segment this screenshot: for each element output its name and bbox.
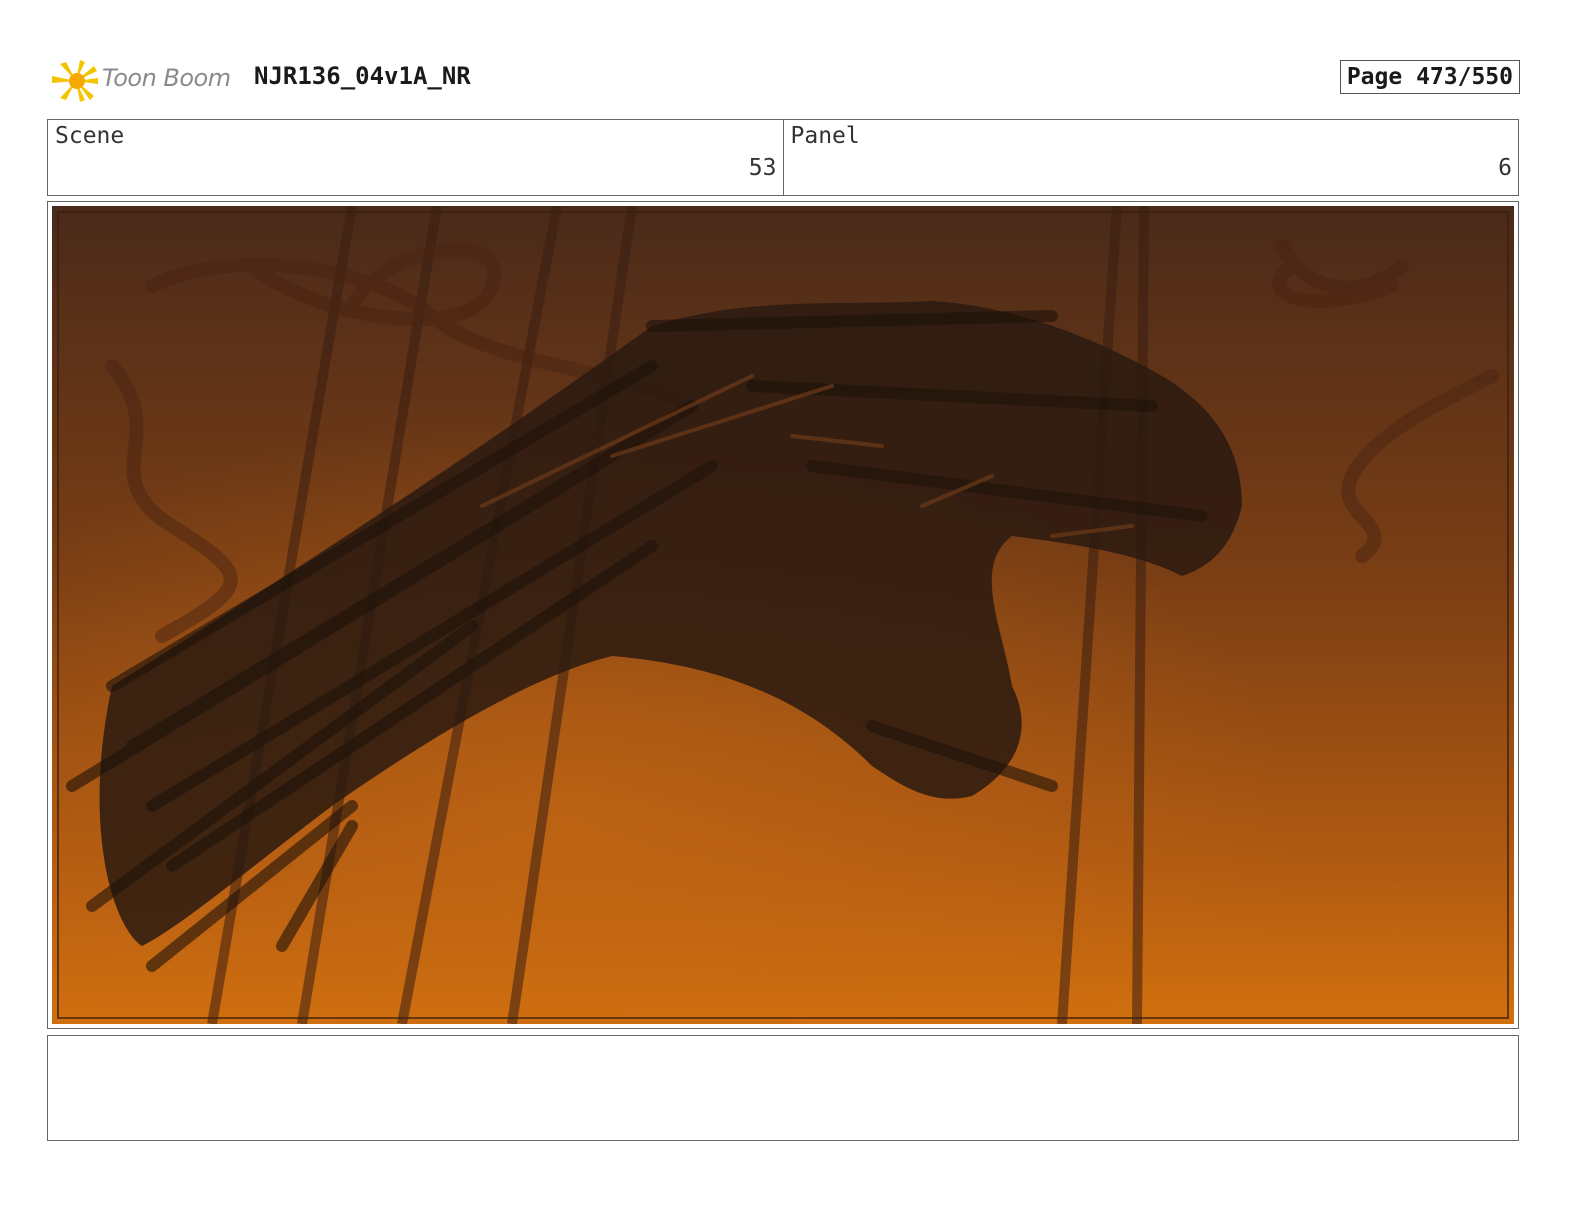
storyboard-panel-frame <box>47 201 1519 1029</box>
panel-label: Panel <box>790 123 860 149</box>
scene-cell: Scene 53 <box>48 120 783 195</box>
page-header: Toon Boom NJR136_04v1A_NR Page 473/550 <box>50 54 1536 106</box>
toon-boom-logo: Toon Boom <box>50 56 240 106</box>
scene-label: Scene <box>55 123 125 149</box>
scene-number: 53 <box>748 155 777 181</box>
storyboard-panel-image <box>52 206 1514 1024</box>
notes-box <box>47 1035 1519 1141</box>
sunburst-icon <box>52 60 98 102</box>
panel-number: 6 <box>1498 155 1512 181</box>
document-title: NJR136_04v1A_NR <box>254 62 471 90</box>
logo-text: Toon Boom <box>102 64 231 92</box>
panel-cell: Panel 6 <box>782 120 1519 195</box>
scene-panel-info-row: Scene 53 Panel 6 <box>47 119 1519 196</box>
page-number-badge: Page 473/550 <box>1339 60 1520 94</box>
